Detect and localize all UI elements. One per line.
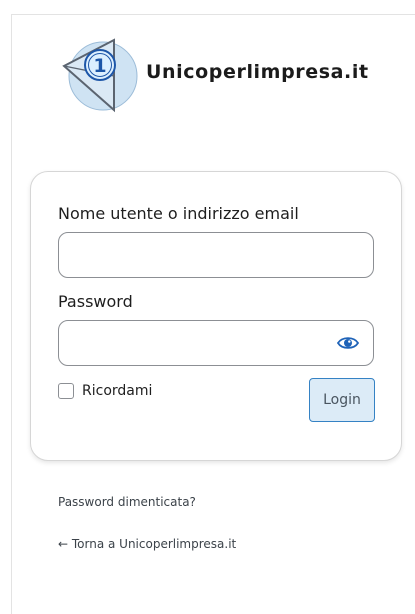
remember-checkbox[interactable] xyxy=(58,383,74,399)
remember-me[interactable]: Ricordami xyxy=(58,383,152,399)
username-label: Nome utente o indirizzo email xyxy=(58,204,299,223)
logo-digit: 1 xyxy=(93,55,106,77)
site-name: Unicoperlimpresa.it xyxy=(146,61,369,83)
eye-icon[interactable] xyxy=(336,335,360,351)
numbered-triangle-logo-icon: 1 xyxy=(60,30,140,114)
login-form: Nome utente o indirizzo email Password R… xyxy=(30,171,402,461)
site-logo[interactable]: 1 Unicoperlimpresa.it xyxy=(60,30,369,114)
password-label: Password xyxy=(58,292,133,311)
lost-password-link[interactable]: Password dimenticata? xyxy=(58,495,196,509)
login-button[interactable]: Login xyxy=(309,378,375,422)
remember-label: Ricordami xyxy=(82,383,153,399)
back-to-site-link[interactable]: ← Torna a Unicoperlimpresa.it xyxy=(58,537,236,551)
username-input[interactable] xyxy=(58,232,374,278)
password-input[interactable] xyxy=(58,320,374,366)
